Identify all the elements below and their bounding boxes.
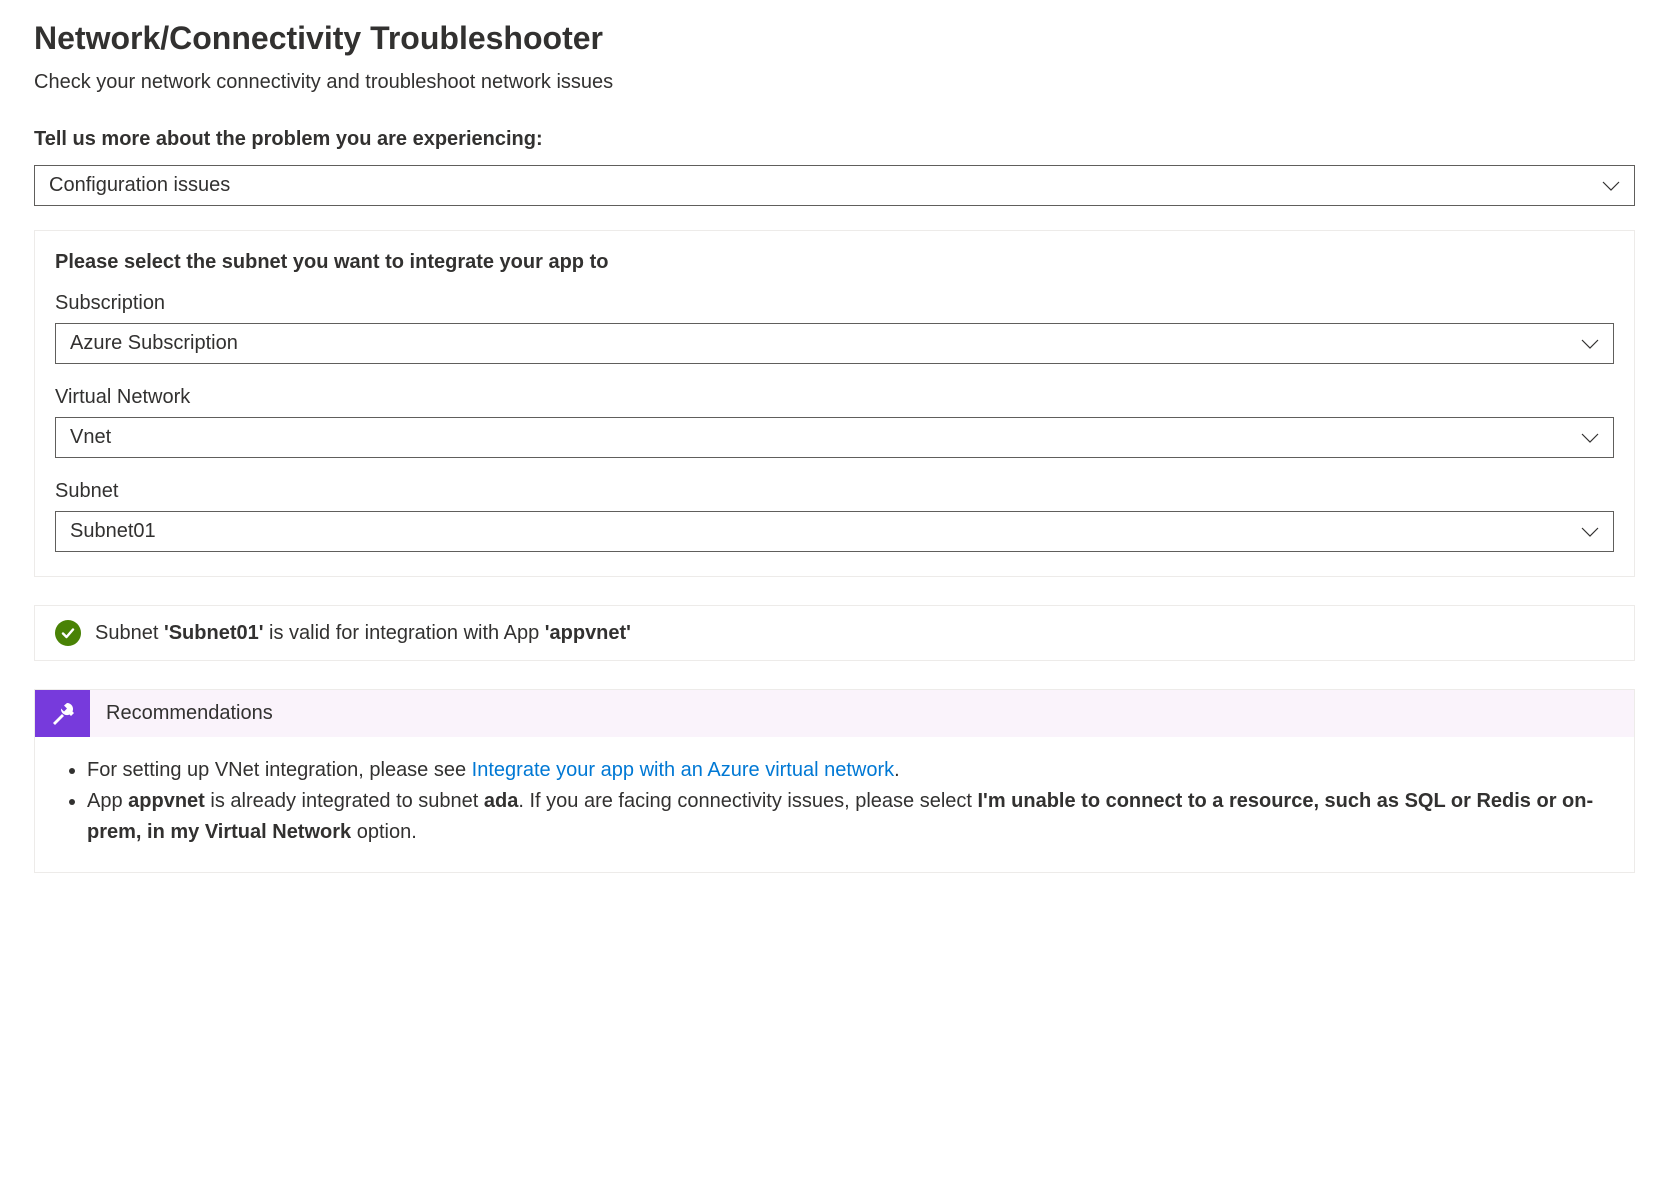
page-title: Network/Connectivity Troubleshooter — [34, 20, 1635, 57]
recommendations-body: For setting up VNet integration, please … — [35, 737, 1634, 872]
integrate-vnet-link[interactable]: Integrate your app with an Azure virtual… — [472, 759, 894, 781]
recommendation-item: App appvnet is already integrated to sub… — [87, 786, 1610, 848]
success-check-icon — [55, 620, 81, 646]
subscription-select-value: Azure Subscription — [70, 332, 238, 355]
subnet-select-value: Subnet01 — [70, 520, 156, 543]
recommendations-title: Recommendations — [90, 690, 289, 737]
status-text: Subnet 'Subnet01' is valid for integrati… — [95, 622, 631, 645]
subnet-panel: Please select the subnet you want to int… — [34, 230, 1635, 577]
subnet-panel-heading: Please select the subnet you want to int… — [55, 251, 1614, 274]
chevron-down-icon — [1581, 526, 1599, 538]
problem-select-value: Configuration issues — [49, 174, 230, 197]
recommendation-item: For setting up VNet integration, please … — [87, 755, 1610, 786]
subscription-label: Subscription — [55, 292, 1614, 315]
subnet-select[interactable]: Subnet01 — [55, 511, 1614, 552]
recommendations-panel: Recommendations For setting up VNet inte… — [34, 689, 1635, 873]
vnet-label: Virtual Network — [55, 386, 1614, 409]
subscription-select[interactable]: Azure Subscription — [55, 323, 1614, 364]
vnet-select[interactable]: Vnet — [55, 417, 1614, 458]
chevron-down-icon — [1581, 338, 1599, 350]
page-subtitle: Check your network connectivity and trou… — [34, 71, 1635, 94]
subnet-label: Subnet — [55, 480, 1614, 503]
chevron-down-icon — [1602, 180, 1620, 192]
chevron-down-icon — [1581, 432, 1599, 444]
problem-select[interactable]: Configuration issues — [34, 165, 1635, 206]
wrench-icon — [35, 690, 90, 737]
recommendations-header: Recommendations — [35, 690, 1634, 737]
vnet-select-value: Vnet — [70, 426, 111, 449]
status-panel: Subnet 'Subnet01' is valid for integrati… — [34, 605, 1635, 661]
problem-label: Tell us more about the problem you are e… — [34, 128, 1635, 151]
